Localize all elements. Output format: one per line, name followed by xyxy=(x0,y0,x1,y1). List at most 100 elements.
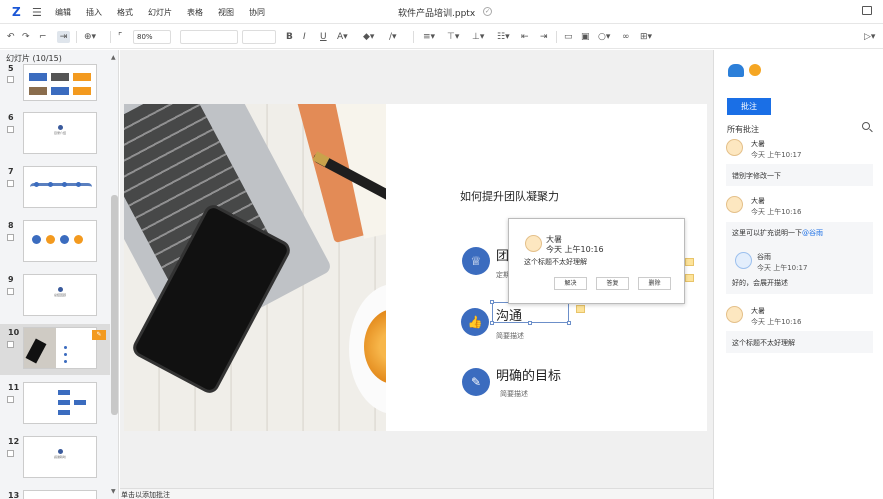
mention-link[interactable]: @谷雨 xyxy=(802,229,823,237)
menu-format[interactable]: 格式 xyxy=(117,7,133,18)
line-color-icon[interactable]: ∕▾ xyxy=(389,31,397,43)
delete-button[interactable]: 删除 xyxy=(638,277,671,290)
indent-increase-icon[interactable]: ⇥ xyxy=(540,31,548,43)
scroll-up-icon[interactable]: ▲ xyxy=(111,54,116,61)
slide-checkbox[interactable] xyxy=(7,76,14,83)
shape-icon[interactable]: ○▾ xyxy=(598,31,610,43)
slide-checkbox[interactable] xyxy=(7,341,14,348)
menu-table[interactable]: 表格 xyxy=(187,7,203,18)
italic-icon[interactable]: I xyxy=(303,31,306,43)
all-comments-label[interactable]: 所有批注 xyxy=(727,124,759,135)
thumbs-up-icon: 👍 xyxy=(461,308,489,336)
menu-collab[interactable]: 协同 xyxy=(249,7,265,18)
font-color-icon[interactable]: A▾ xyxy=(337,31,348,43)
table-icon[interactable]: ⊞▾ xyxy=(640,31,652,43)
resize-handle[interactable] xyxy=(567,321,571,325)
add-comment-button[interactable]: 批注 xyxy=(727,98,771,115)
slide-thumbnail-10[interactable]: 10 ✎ xyxy=(0,324,110,375)
slide-number: 10 xyxy=(8,328,20,337)
slide-thumbnail-5[interactable]: 5 xyxy=(0,54,110,104)
comment-card[interactable]: 这里可以扩充说明一下@谷雨 谷雨 今天 上午10:17 好的，会展开描述 xyxy=(726,222,873,294)
slide-checkbox[interactable] xyxy=(7,450,14,457)
cloud-avatar-icon[interactable] xyxy=(728,64,744,77)
scroll-down-icon[interactable]: ▼ xyxy=(111,488,116,495)
thumb-title: 总结回顾 xyxy=(53,293,66,297)
comment-marker-icon[interactable] xyxy=(576,305,585,313)
divider xyxy=(556,31,557,43)
avatar xyxy=(735,252,752,269)
comment-marker-icon[interactable] xyxy=(685,274,694,282)
fill-color-icon[interactable]: ◆▾ xyxy=(363,31,374,43)
menu-slide[interactable]: 幻灯片 xyxy=(148,7,172,18)
menu-view[interactable]: 视图 xyxy=(218,7,234,18)
reply-button[interactable]: 答复 xyxy=(596,277,629,290)
bold-icon[interactable]: B xyxy=(286,31,293,43)
avatar xyxy=(726,196,743,213)
resize-handle[interactable] xyxy=(490,321,494,325)
comment-card[interactable]: 这个标题不太好理解 xyxy=(726,331,873,353)
slide-thumbnail-13[interactable]: 13 xyxy=(0,487,110,499)
reply-time: 今天 上午10:17 xyxy=(757,264,808,272)
comment-card[interactable]: 错别字修改一下 xyxy=(726,164,873,186)
slide-thumbnail-7[interactable]: 7 xyxy=(0,163,110,214)
point-desc-2[interactable]: 简要描述 xyxy=(496,331,524,341)
slide-number: 9 xyxy=(8,275,14,284)
slide-checkbox[interactable] xyxy=(7,180,14,187)
slide-number: 11 xyxy=(8,383,20,392)
slide-thumb-image xyxy=(23,327,97,369)
menu-edit[interactable]: 编辑 xyxy=(55,7,71,18)
image-icon[interactable]: ▣ xyxy=(581,31,590,43)
resolve-button[interactable]: 解决 xyxy=(554,277,587,290)
comment-time: 今天 上午10:16 xyxy=(546,245,604,254)
list-icon[interactable]: ☷▾ xyxy=(497,31,510,43)
select-mode-icon[interactable]: ⇥ xyxy=(57,31,70,43)
comment-marker-icon[interactable] xyxy=(685,258,694,266)
point-title-3[interactable]: 明确的目标 xyxy=(496,365,561,384)
zoom-select[interactable]: 80% xyxy=(133,30,171,44)
play-icon[interactable]: ▷▾ xyxy=(864,31,875,43)
sun-avatar-icon[interactable] xyxy=(749,64,761,76)
format-painter-icon[interactable]: ⌐ xyxy=(39,31,47,43)
undo-icon[interactable]: ↶ xyxy=(7,31,15,43)
search-icon[interactable] xyxy=(862,122,870,130)
slide-checkbox[interactable] xyxy=(7,234,14,241)
comment-time: 今天 上午10:16 xyxy=(751,208,802,216)
slide-thumbnail-11[interactable]: 11 xyxy=(0,379,110,430)
crop-icon[interactable]: ⌜ xyxy=(118,31,122,43)
slide-thumb-image: 目录介绍 xyxy=(23,112,97,154)
reply-text: 好的，会展开描述 xyxy=(732,279,788,287)
slide-checkbox[interactable] xyxy=(7,396,14,403)
vertical-align-icon[interactable]: ⊥▾ xyxy=(472,31,484,43)
resize-handle[interactable] xyxy=(528,321,532,325)
font-size-select[interactable] xyxy=(242,30,276,44)
point-title-2[interactable]: 沟通 xyxy=(496,305,522,324)
underline-icon[interactable]: U xyxy=(320,31,327,43)
status-text[interactable]: 单击以添加批注 xyxy=(121,490,170,499)
slide-thumbnail-6[interactable]: 6 目录介绍 xyxy=(0,109,110,160)
font-name-select[interactable] xyxy=(180,30,238,44)
slide-thumbnail-8[interactable]: 8 xyxy=(0,217,110,268)
document-title[interactable]: 软件产品培训.pptx xyxy=(398,6,475,19)
redo-icon[interactable]: ↷ xyxy=(22,31,30,43)
divider xyxy=(110,31,111,43)
slide-checkbox[interactable] xyxy=(7,126,14,133)
hamburger-menu-icon[interactable]: ☰ xyxy=(32,6,42,19)
scrollbar-thumb[interactable] xyxy=(111,195,118,415)
comments-panel-icon[interactable] xyxy=(862,6,872,15)
add-icon[interactable]: ⊕▾ xyxy=(84,31,96,43)
menu-insert[interactable]: 插入 xyxy=(86,7,102,18)
link-icon[interactable]: ∞ xyxy=(622,31,630,43)
slide-checkbox[interactable] xyxy=(7,288,14,295)
app-logo[interactable]: Z xyxy=(12,5,24,19)
indent-decrease-icon[interactable]: ⇤ xyxy=(521,31,529,43)
slide-heading[interactable]: 如何提升团队凝聚力 xyxy=(460,188,559,204)
point-desc-3[interactable]: 简要描述 xyxy=(500,389,528,399)
slide-thumbnail-9[interactable]: 9 总结回顾 xyxy=(0,271,110,322)
align-icon[interactable]: ≡▾ xyxy=(423,31,435,43)
textbox-icon[interactable]: ▭ xyxy=(564,31,573,43)
slide-comment-flag-icon[interactable]: ✎ xyxy=(92,330,106,340)
text-direction-icon[interactable]: ⊤▾ xyxy=(447,31,459,43)
slide-thumbnail-12[interactable]: 12 感谢聆听 xyxy=(0,433,110,484)
resize-handle[interactable] xyxy=(490,300,494,304)
slide-photo[interactable] xyxy=(124,104,386,431)
